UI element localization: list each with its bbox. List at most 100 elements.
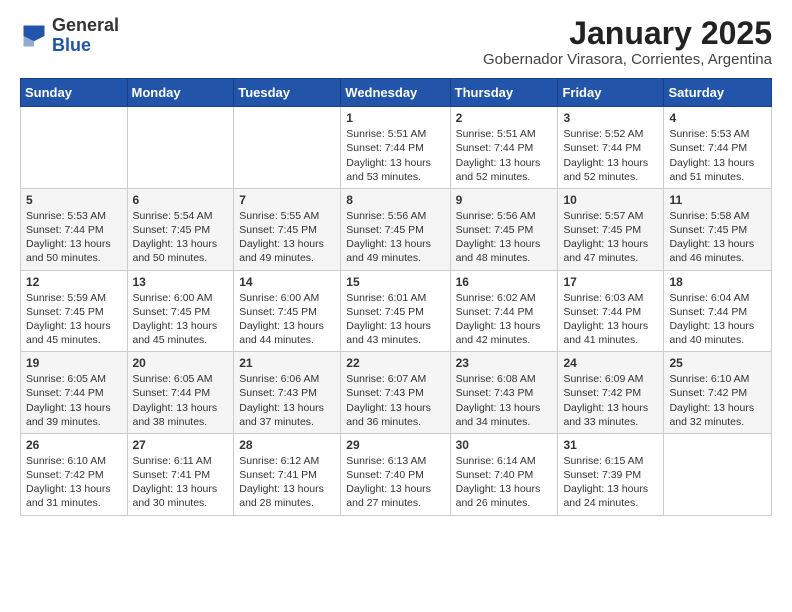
table-row: [234, 107, 341, 189]
table-row: 25Sunrise: 6:10 AM Sunset: 7:42 PM Dayli…: [664, 352, 772, 434]
day-info: Sunrise: 6:09 AM Sunset: 7:42 PM Dayligh…: [563, 372, 658, 429]
header-monday: Monday: [127, 79, 234, 107]
table-row: 5 Sunrise: 5:53 AM Sunset: 7:44 PM Daylig…: [21, 188, 128, 270]
day-number: 27: [133, 438, 229, 452]
day-info: Sunrise: 5:55 AM Sunset: 7:45 PM Dayligh…: [239, 209, 335, 266]
cell-content: 1Sunrise: 5:51 AM Sunset: 7:44 PM Daylig…: [346, 111, 444, 184]
day-number: 23: [456, 356, 553, 370]
calendar-title: January 2025: [483, 16, 772, 51]
table-row: 20Sunrise: 6:05 AM Sunset: 7:44 PM Dayli…: [127, 352, 234, 434]
calendar-week-4: 19 Sunrise: 6:05 AM Sunset: 7:44 PM Dayli…: [21, 352, 772, 434]
logo-general-text: General: [52, 15, 119, 35]
table-row: 24 Sunrise: 6:09 AM Sunset: 7:42 PM Dayli…: [558, 352, 664, 434]
table-row: 8Sunrise: 5:56 AM Sunset: 7:45 PM Daylig…: [341, 188, 450, 270]
day-number: 5: [26, 193, 122, 207]
day-number: 22: [346, 356, 444, 370]
day-info: Sunrise: 6:12 AM Sunset: 7:41 PM Dayligh…: [239, 454, 335, 511]
day-number: 7: [239, 193, 335, 207]
header: General Blue January 2025 Gobernador Vir…: [20, 16, 772, 68]
day-number: 31: [563, 438, 658, 452]
cell-content: 8Sunrise: 5:56 AM Sunset: 7:45 PM Daylig…: [346, 193, 444, 266]
day-number: 15: [346, 275, 444, 289]
calendar-subtitle: Gobernador Virasora, Corrientes, Argenti…: [483, 51, 772, 68]
cell-content: 29 Sunrise: 6:13 AM Sunset: 7:40 PM Dayli…: [346, 438, 444, 511]
day-info: Sunrise: 6:08 AM Sunset: 7:43 PM Dayligh…: [456, 372, 553, 429]
cell-content: 17Sunrise: 6:03 AM Sunset: 7:44 PM Dayli…: [563, 275, 658, 348]
header-wednesday: Wednesday: [341, 79, 450, 107]
calendar-week-3: 12Sunrise: 5:59 AM Sunset: 7:45 PM Dayli…: [21, 270, 772, 352]
calendar-week-1: 1 Sunrise: 5:51 AM Sunset: 7:44 PM Daylig…: [21, 107, 772, 189]
day-info: Sunrise: 6:11 AM Sunset: 7:41 PM Dayligh…: [133, 454, 229, 511]
cell-content: 18Sunrise: 6:04 AM Sunset: 7:44 PM Dayli…: [669, 275, 766, 348]
cell-content: 3Sunrise: 5:52 AM Sunset: 7:44 PM Daylig…: [563, 111, 658, 184]
table-row: [664, 433, 772, 515]
cell-content: 25Sunrise: 6:10 AM Sunset: 7:42 PM Dayli…: [669, 356, 766, 429]
table-row: 16Sunrise: 6:02 AM Sunset: 7:44 PM Dayli…: [450, 270, 558, 352]
day-number: 26: [26, 438, 122, 452]
cell-content: 22 Sunrise: 6:07 AM Sunset: 7:43 PM Dayli…: [346, 356, 444, 429]
table-row: 29 Sunrise: 6:13 AM Sunset: 7:40 PM Dayli…: [341, 433, 450, 515]
cell-content: 24 Sunrise: 6:09 AM Sunset: 7:42 PM Dayli…: [563, 356, 658, 429]
table-row: 4 Sunrise: 5:53 AM Sunset: 7:44 PM Daylig…: [664, 107, 772, 189]
logo-blue-text: Blue: [52, 35, 91, 55]
cell-content: 16Sunrise: 6:02 AM Sunset: 7:44 PM Dayli…: [456, 275, 553, 348]
day-number: 29: [346, 438, 444, 452]
day-info: Sunrise: 5:58 AM Sunset: 7:45 PM Dayligh…: [669, 209, 766, 266]
cell-content: 2Sunrise: 5:51 AM Sunset: 7:44 PM Daylig…: [456, 111, 553, 184]
day-info: Sunrise: 5:59 AM Sunset: 7:45 PM Dayligh…: [26, 291, 122, 348]
day-info: Sunrise: 6:13 AM Sunset: 7:40 PM Dayligh…: [346, 454, 444, 511]
day-info: Sunrise: 5:56 AM Sunset: 7:45 PM Dayligh…: [456, 209, 553, 266]
day-number: 4: [669, 111, 766, 125]
day-info: Sunrise: 6:05 AM Sunset: 7:44 PM Dayligh…: [26, 372, 122, 429]
day-info: Sunrise: 6:03 AM Sunset: 7:44 PM Dayligh…: [563, 291, 658, 348]
header-sunday: Sunday: [21, 79, 128, 107]
title-block: January 2025 Gobernador Virasora, Corrie…: [483, 16, 772, 68]
cell-content: 6Sunrise: 5:54 AM Sunset: 7:45 PM Daylig…: [133, 193, 229, 266]
cell-content: 12Sunrise: 5:59 AM Sunset: 7:45 PM Dayli…: [26, 275, 122, 348]
day-number: 1: [346, 111, 444, 125]
day-number: 30: [456, 438, 553, 452]
cell-content: 27 Sunrise: 6:11 AM Sunset: 7:41 PM Dayli…: [133, 438, 229, 511]
table-row: 22 Sunrise: 6:07 AM Sunset: 7:43 PM Dayli…: [341, 352, 450, 434]
day-number: 11: [669, 193, 766, 207]
day-info: Sunrise: 5:51 AM Sunset: 7:44 PM Dayligh…: [456, 127, 553, 184]
day-info: Sunrise: 5:52 AM Sunset: 7:44 PM Dayligh…: [563, 127, 658, 184]
day-number: 24: [563, 356, 658, 370]
day-info: Sunrise: 6:07 AM Sunset: 7:43 PM Dayligh…: [346, 372, 444, 429]
table-row: [127, 107, 234, 189]
cell-content: 23 Sunrise: 6:08 AM Sunset: 7:43 PM Dayli…: [456, 356, 553, 429]
table-row: 18Sunrise: 6:04 AM Sunset: 7:44 PM Dayli…: [664, 270, 772, 352]
cell-content: 5 Sunrise: 5:53 AM Sunset: 7:44 PM Daylig…: [26, 193, 122, 266]
day-info: Sunrise: 6:10 AM Sunset: 7:42 PM Dayligh…: [26, 454, 122, 511]
logo-icon: [20, 22, 48, 50]
header-saturday: Saturday: [664, 79, 772, 107]
table-row: 11 Sunrise: 5:58 AM Sunset: 7:45 PM Dayli…: [664, 188, 772, 270]
day-info: Sunrise: 6:15 AM Sunset: 7:39 PM Dayligh…: [563, 454, 658, 511]
cell-content: 20Sunrise: 6:05 AM Sunset: 7:44 PM Dayli…: [133, 356, 229, 429]
cell-content: 30 Sunrise: 6:14 AM Sunset: 7:40 PM Dayli…: [456, 438, 553, 511]
day-number: 20: [133, 356, 229, 370]
table-row: 21Sunrise: 6:06 AM Sunset: 7:43 PM Dayli…: [234, 352, 341, 434]
cell-content: 31 Sunrise: 6:15 AM Sunset: 7:39 PM Dayli…: [563, 438, 658, 511]
table-row: 19 Sunrise: 6:05 AM Sunset: 7:44 PM Dayli…: [21, 352, 128, 434]
cell-content: 11 Sunrise: 5:58 AM Sunset: 7:45 PM Dayli…: [669, 193, 766, 266]
day-info: Sunrise: 6:14 AM Sunset: 7:40 PM Dayligh…: [456, 454, 553, 511]
day-number: 13: [133, 275, 229, 289]
header-tuesday: Tuesday: [234, 79, 341, 107]
table-row: 15 Sunrise: 6:01 AM Sunset: 7:45 PM Dayli…: [341, 270, 450, 352]
day-number: 19: [26, 356, 122, 370]
header-friday: Friday: [558, 79, 664, 107]
table-row: [21, 107, 128, 189]
day-info: Sunrise: 5:53 AM Sunset: 7:44 PM Dayligh…: [669, 127, 766, 184]
calendar-week-5: 26 Sunrise: 6:10 AM Sunset: 7:42 PM Dayli…: [21, 433, 772, 515]
calendar-week-2: 5 Sunrise: 5:53 AM Sunset: 7:44 PM Daylig…: [21, 188, 772, 270]
page: General Blue January 2025 Gobernador Vir…: [0, 0, 792, 536]
table-row: 9Sunrise: 5:56 AM Sunset: 7:45 PM Daylig…: [450, 188, 558, 270]
day-info: Sunrise: 5:53 AM Sunset: 7:44 PM Dayligh…: [26, 209, 122, 266]
table-row: 7 Sunrise: 5:55 AM Sunset: 7:45 PM Daylig…: [234, 188, 341, 270]
table-row: 28Sunrise: 6:12 AM Sunset: 7:41 PM Dayli…: [234, 433, 341, 515]
table-row: 6Sunrise: 5:54 AM Sunset: 7:45 PM Daylig…: [127, 188, 234, 270]
day-info: Sunrise: 6:01 AM Sunset: 7:45 PM Dayligh…: [346, 291, 444, 348]
day-info: Sunrise: 6:00 AM Sunset: 7:45 PM Dayligh…: [133, 291, 229, 348]
cell-content: 15 Sunrise: 6:01 AM Sunset: 7:45 PM Dayli…: [346, 275, 444, 348]
